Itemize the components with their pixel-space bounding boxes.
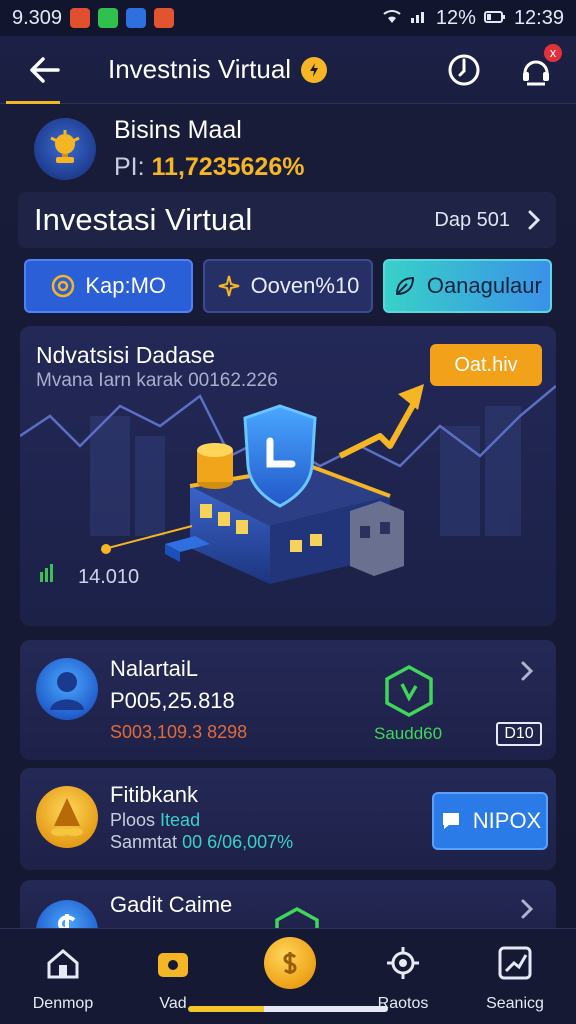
app-icon-orange xyxy=(154,8,175,28)
filter-button-3[interactable]: Oanagulaur xyxy=(382,259,552,313)
coin-stack-icon xyxy=(197,443,233,489)
hero-subtitle: Mvana Iarn karak 00162.226 xyxy=(36,370,278,391)
card-action-label[interactable]: Saudd60 xyxy=(374,724,442,744)
home-icon xyxy=(47,949,79,979)
hero-metric: 14.010 xyxy=(78,566,140,588)
card-detail: S003,109.3 8298 xyxy=(110,722,248,742)
signal-icon xyxy=(410,7,428,30)
card-action-label: NIPOX xyxy=(472,808,542,833)
section-title: Investasi Virtual xyxy=(34,202,253,237)
app-bar: Investnis Virtual x xyxy=(0,36,576,104)
profile-name: Bisins Maal xyxy=(114,116,242,144)
battery-icon xyxy=(483,7,506,30)
card-value: P005,25.818 xyxy=(110,688,235,713)
avatar xyxy=(36,786,98,848)
investment-card[interactable]: NalartaiL P005,25.818 S003,109.3 8298 Sa… xyxy=(20,640,556,760)
hexagon-icon xyxy=(382,664,436,723)
filter-label-2: Ooven%10 xyxy=(250,273,360,298)
nav-label: Vad xyxy=(159,995,187,1012)
mini-bar-icon xyxy=(40,564,53,582)
card-value-3: 00 6/06,007% xyxy=(182,832,294,852)
gear-icon xyxy=(387,947,419,979)
support-button[interactable]: x xyxy=(516,43,562,90)
card-label-1: Ploos xyxy=(110,810,156,830)
gold-pyramid-icon xyxy=(51,798,83,836)
page-title: Investnis Virtual xyxy=(108,54,328,85)
card-name: Fitibkank xyxy=(110,782,199,807)
active-tab-underline xyxy=(6,101,60,104)
section-link-label: Dap 501 xyxy=(434,208,510,231)
section-link[interactable]: Dap 501 xyxy=(434,209,540,232)
growth-arrow xyxy=(338,394,421,459)
section-header[interactable]: Investasi Virtual Dap 501 xyxy=(18,192,556,248)
chart-box-icon xyxy=(498,946,532,980)
status-right: 12% 12:39 xyxy=(382,7,564,30)
nav-label: Denmop xyxy=(32,995,94,1012)
leaf-icon xyxy=(395,276,414,296)
card-detail: Sanmtat 00 6/06,007% xyxy=(110,832,293,853)
wallet-icon xyxy=(158,953,188,977)
filter-label-1: Kap:MO xyxy=(85,273,167,298)
card-name: NalartaiL xyxy=(110,656,199,681)
hero-cta-button[interactable]: Oat.hiv xyxy=(430,344,542,386)
card-label-3: Sanmtat xyxy=(110,832,178,852)
power-icon xyxy=(448,54,480,85)
power-button[interactable] xyxy=(444,50,484,90)
balance-value: 11,7235626% xyxy=(151,153,305,181)
nav-label: Seanicg xyxy=(486,995,544,1012)
app-icon-blue xyxy=(126,8,147,28)
nav-item-home[interactable]: Denmop xyxy=(18,943,108,1013)
investment-card[interactable]: Fitibkank Ploos Itead Sanmtat 00 6/06,00… xyxy=(20,768,556,870)
status-time-left: 9.309 xyxy=(12,6,63,29)
card-label-2: Itead xyxy=(160,810,201,830)
clock: 12:39 xyxy=(513,6,564,29)
status-bar: 9.309 12% 12:39 xyxy=(0,0,576,36)
back-button[interactable] xyxy=(20,45,70,95)
page-title-text: Investnis Virtual xyxy=(108,54,292,84)
card-action-button[interactable]: NIPOX xyxy=(432,792,548,850)
chevron-right-icon[interactable] xyxy=(520,898,534,925)
nav-item-settings[interactable]: Seanicg xyxy=(470,943,560,1013)
balance-prefix: PI: xyxy=(114,153,145,181)
chevron-right-icon xyxy=(528,210,540,230)
card-name: Gadit Caime xyxy=(110,892,233,917)
nav-item-wallet[interactable]: Vad xyxy=(128,943,218,1013)
wifi-icon xyxy=(382,7,402,30)
app-icon-green xyxy=(98,8,119,28)
target-icon xyxy=(52,274,75,298)
filter-button-2[interactable]: Ooven%10 xyxy=(203,259,373,313)
profile-balance: PI: 11,7235626% xyxy=(114,153,304,182)
app-icon-red xyxy=(70,8,91,28)
hero-title: Ndvatsisi Dadase xyxy=(36,342,215,368)
battery-percent: 12% xyxy=(435,6,476,29)
filter-button-1[interactable]: Kap:MO xyxy=(24,259,194,313)
spark-icon xyxy=(218,275,239,297)
dollar-coin-icon xyxy=(283,952,297,974)
hero-card[interactable]: Ndvatsisi Dadase Mvana Iarn karak 00162.… xyxy=(20,326,556,626)
card-badge: D10 xyxy=(496,722,542,746)
avatar xyxy=(36,658,98,720)
card-label: Ploos Itead xyxy=(110,810,200,831)
trophy-icon xyxy=(50,130,80,163)
profile-row[interactable]: Bisins Maal PI: 11,7235626% xyxy=(34,116,304,182)
home-indicator[interactable] xyxy=(188,1006,388,1012)
nav-item-reports[interactable]: Raotos xyxy=(358,943,448,1013)
avatar xyxy=(34,118,96,180)
chevron-right-icon[interactable] xyxy=(520,660,534,687)
coin-icon xyxy=(301,56,328,83)
chat-icon xyxy=(442,813,459,829)
back-arrow-icon xyxy=(30,56,60,83)
notification-badge: x xyxy=(544,43,562,62)
top-actions: x xyxy=(444,43,562,90)
filter-bar: Kap:MO Ooven%10 Oanagulaur xyxy=(24,259,552,313)
filter-label-3: Oanagulaur xyxy=(426,273,542,298)
person-icon xyxy=(50,672,84,710)
profile-info: Bisins Maal PI: 11,7235626% xyxy=(114,116,304,182)
coin-button[interactable] xyxy=(264,937,316,989)
status-left: 9.309 xyxy=(12,6,175,30)
